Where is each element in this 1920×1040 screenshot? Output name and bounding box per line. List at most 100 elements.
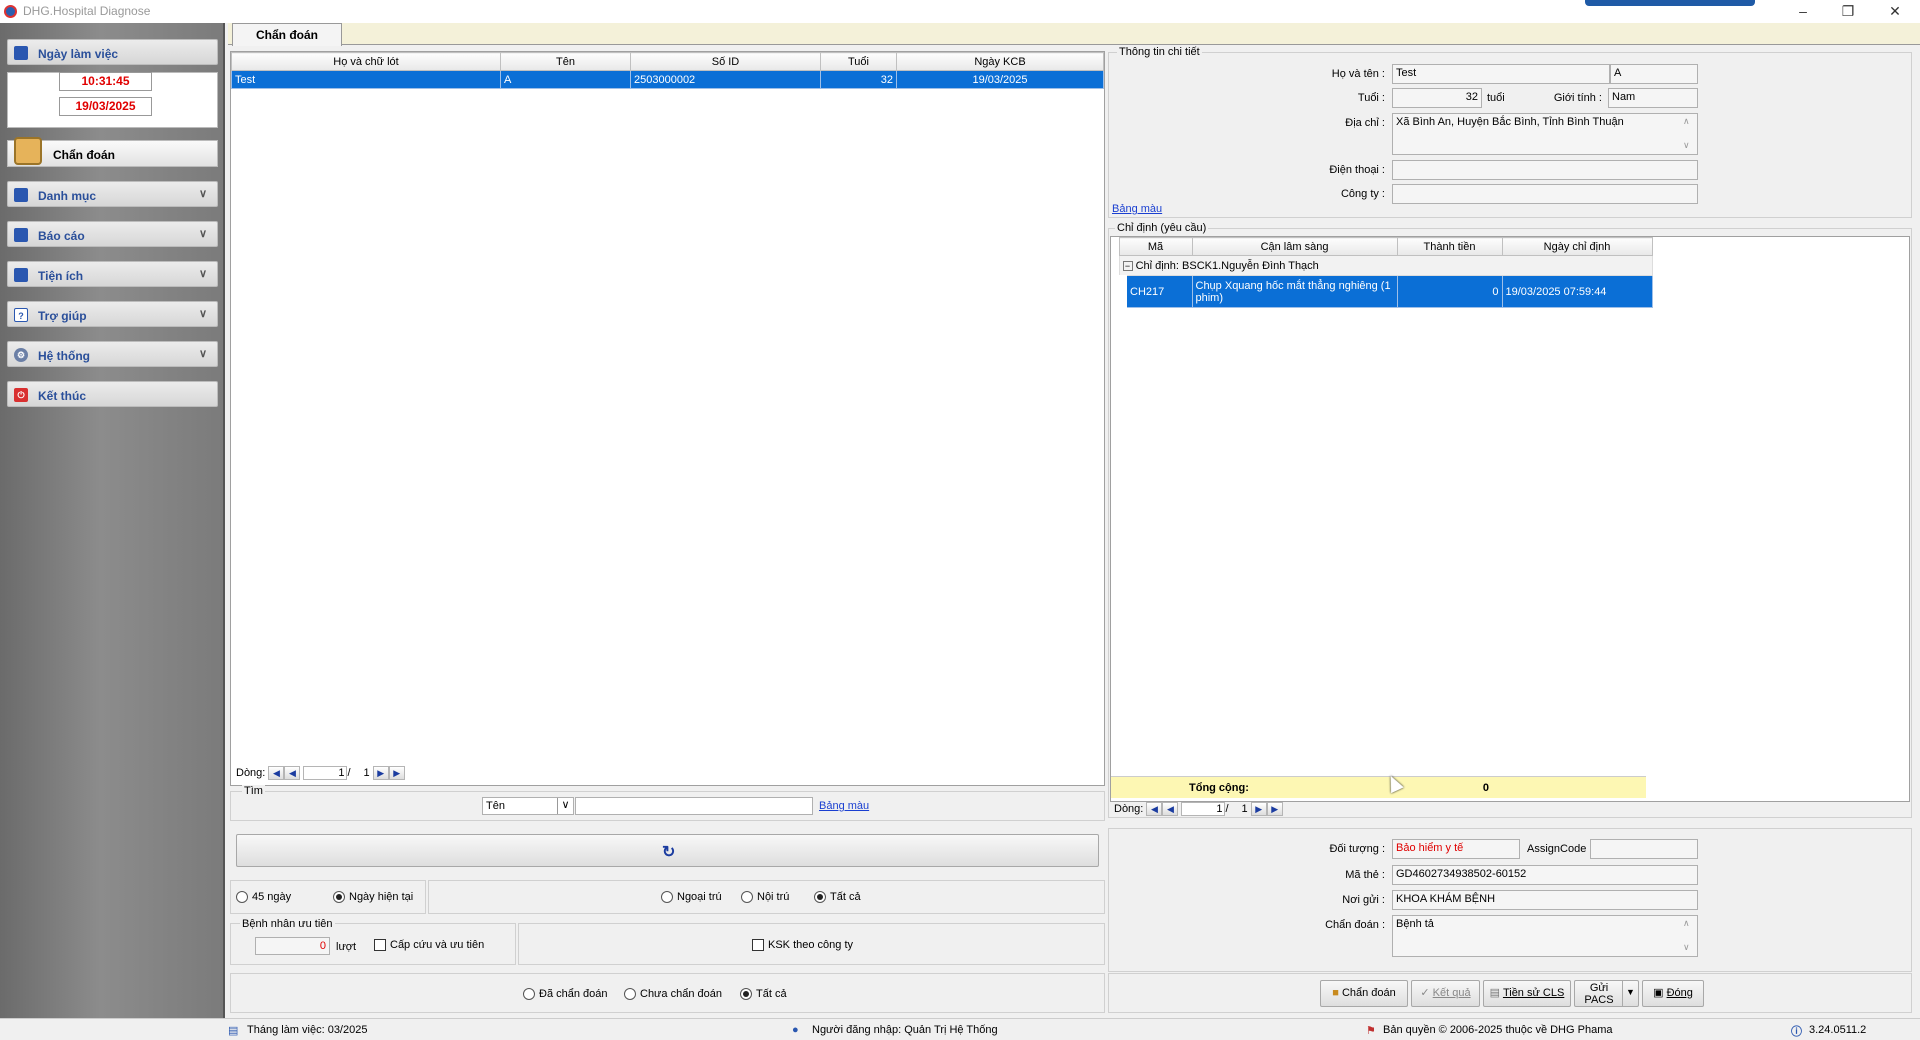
today-radio[interactable] — [333, 891, 345, 904]
col-header-code[interactable]: Mã — [1118, 237, 1193, 256]
col-header-amount[interactable]: Thành tiền — [1396, 237, 1503, 256]
cell-age[interactable]: 32 — [820, 70, 897, 89]
cell-ho[interactable]: Test — [231, 70, 501, 89]
col-header-id[interactable]: Số ID — [630, 52, 821, 71]
first-page-button[interactable]: ◀ — [1146, 802, 1163, 816]
sidebar-item-system[interactable]: ⚙ Hệ thống ∨ — [7, 341, 218, 367]
sidebar-item-exit[interactable]: ⏻ Kết thúc — [7, 381, 218, 407]
prev-page-button[interactable]: ◀ — [284, 766, 301, 780]
close-button[interactable]: ▣ Đóng — [1642, 980, 1704, 1007]
diagnose-button[interactable]: ■ Chẩn đoán — [1320, 980, 1408, 1007]
next-page-button[interactable]: ▶ — [372, 766, 389, 780]
pager-label: Dòng: — [236, 766, 266, 779]
next-page-button[interactable]: ▶ — [1250, 802, 1267, 816]
today-option[interactable]: Ngày hiện tại — [333, 891, 413, 904]
search-field-select-value: Tên — [486, 800, 505, 812]
col-header-service[interactable]: Cận lâm sàng — [1191, 237, 1398, 256]
days45-option[interactable]: 45 ngày — [236, 891, 291, 904]
days45-radio[interactable] — [236, 891, 248, 904]
sidebar-item-help[interactable]: ? Trợ giúp ∨ — [7, 301, 218, 327]
col-header-ten[interactable]: Tên — [500, 52, 631, 71]
cell-service[interactable]: Chụp Xquang hốc mắt thẳng nghiêng (1 phi… — [1191, 275, 1398, 308]
address-field[interactable]: Xã Bình An, Huyện Bắc Bình, Tỉnh Bình Th… — [1392, 113, 1698, 155]
inpatient-option[interactable]: Nội trú — [741, 891, 789, 904]
chevron-down-icon: ∨ — [198, 348, 207, 360]
scroll-up-icon[interactable]: ∧ — [1683, 116, 1690, 127]
inpatient-radio[interactable] — [741, 891, 753, 904]
minimize-button[interactable]: – — [1788, 2, 1818, 20]
tab-diagnose[interactable]: Chẩn đoán — [232, 23, 342, 46]
calendar-icon — [14, 46, 28, 60]
detail-color-legend-link[interactable]: Bảng màu — [1112, 203, 1162, 215]
assign-code-field[interactable] — [1590, 839, 1698, 859]
sidebar-item-utilities[interactable]: Tiện ích ∨ — [7, 261, 218, 287]
first-name-field[interactable]: A — [1610, 64, 1698, 84]
collapse-icon[interactable]: − — [1122, 260, 1133, 271]
last-page-button[interactable]: ▶ — [388, 766, 405, 780]
scroll-down-icon[interactable]: ∨ — [1683, 140, 1690, 151]
page-input[interactable]: 1 — [303, 766, 348, 780]
close-window-button[interactable]: ✕ — [1880, 2, 1910, 20]
sidebar-item-reports[interactable]: Báo cáo ∨ — [7, 221, 218, 247]
col-header-date[interactable]: Ngày KCB — [896, 52, 1104, 71]
chevron-down-icon: ∨ — [198, 308, 207, 320]
not-diagnosed-radio[interactable] — [624, 988, 636, 1001]
all-visit-option[interactable]: Tất cả — [814, 891, 861, 904]
card-field[interactable]: GD4602734938502-60152 — [1392, 865, 1698, 885]
outpatient-radio[interactable] — [661, 891, 673, 904]
not-diagnosed-option[interactable]: Chưa chẩn đoán — [624, 988, 722, 1001]
restore-button[interactable]: ❐ — [1833, 2, 1863, 20]
emergency-option[interactable]: Cấp cứu và ưu tiên — [374, 939, 484, 952]
col-header-age[interactable]: Tuổi — [820, 52, 897, 71]
table-row[interactable]: CH217 Chụp Xquang hốc mắt thẳng nghiêng … — [1111, 275, 1653, 308]
all-diagnosis-radio[interactable] — [740, 988, 752, 1001]
color-legend-link[interactable]: Bảng màu — [819, 800, 869, 812]
group-row[interactable]: − Chỉ định: BSCK1.Nguyễn Đình Thạch — [1118, 255, 1653, 276]
result-button[interactable]: ✓ Kết quả — [1411, 980, 1480, 1007]
cell-date[interactable]: 19/03/2025 — [896, 70, 1104, 89]
outpatient-option[interactable]: Ngoại trú — [661, 891, 722, 904]
cell-id[interactable]: 2503000002 — [630, 70, 821, 89]
first-page-button[interactable]: ◀ — [268, 766, 285, 780]
sidebar-item-workday[interactable]: Ngày làm việc — [7, 39, 218, 65]
scroll-down-icon[interactable]: ∨ — [1683, 942, 1690, 953]
cell-code[interactable]: CH217 — [1111, 275, 1193, 308]
prev-page-button[interactable]: ◀ — [1162, 802, 1179, 816]
diagnosis-field[interactable]: Bệnh tả — [1392, 915, 1698, 957]
ksk-option[interactable]: KSK theo công ty — [752, 939, 853, 952]
refresh-button[interactable]: ↻ — [236, 834, 1099, 867]
gender-field[interactable]: Nam — [1608, 88, 1698, 108]
search-field-select[interactable]: Tên ∨ — [482, 797, 574, 815]
phone-label: Điện thoại : — [1329, 164, 1385, 176]
diagnosed-radio[interactable] — [523, 988, 535, 1001]
phone-field[interactable] — [1392, 160, 1698, 180]
name-field[interactable]: Test — [1392, 64, 1610, 84]
object-field[interactable]: Bảo hiểm y tế — [1392, 839, 1520, 859]
send-pacs-button[interactable]: Gửi PACS ▼ — [1574, 980, 1639, 1007]
cls-history-button[interactable]: ▤ Tiền sử CLS — [1483, 980, 1571, 1007]
sidebar-item-diagnose[interactable]: Chẩn đoán — [7, 137, 218, 167]
age-field[interactable]: 32 — [1392, 88, 1482, 108]
table-row[interactable]: Test A 2503000002 32 19/03/2025 — [231, 70, 1104, 89]
diagnosis-label: Chẩn đoán : — [1325, 919, 1385, 931]
cell-order-date[interactable]: 19/03/2025 07:59:44 — [1501, 275, 1653, 308]
sender-field[interactable]: KHOA KHÁM BỆNH — [1392, 890, 1698, 910]
sidebar-item-catalog[interactable]: Danh mục ∨ — [7, 181, 218, 207]
last-page-button[interactable]: ▶ — [1266, 802, 1283, 816]
scroll-up-icon[interactable]: ∧ — [1683, 918, 1690, 929]
all-visit-radio[interactable] — [814, 891, 826, 904]
emergency-checkbox[interactable] — [374, 939, 386, 952]
cell-amount[interactable]: 0 — [1396, 275, 1503, 308]
col-header-order-date[interactable]: Ngày chỉ định — [1501, 237, 1653, 256]
page-input[interactable]: 1 — [1181, 802, 1226, 816]
chevron-down-icon[interactable]: ∨ — [557, 798, 573, 814]
chevron-down-icon[interactable]: ▼ — [1622, 981, 1638, 1006]
tab-bar — [228, 23, 1920, 45]
col-header-ho[interactable]: Họ và chữ lót — [231, 52, 501, 71]
diagnosed-option[interactable]: Đã chẩn đoán — [523, 988, 608, 1001]
ksk-checkbox[interactable] — [752, 939, 764, 952]
company-field[interactable] — [1392, 184, 1698, 204]
all-diagnosis-option[interactable]: Tất cả — [740, 988, 787, 1001]
cell-ten[interactable]: A — [500, 70, 631, 89]
search-input[interactable] — [575, 797, 813, 815]
